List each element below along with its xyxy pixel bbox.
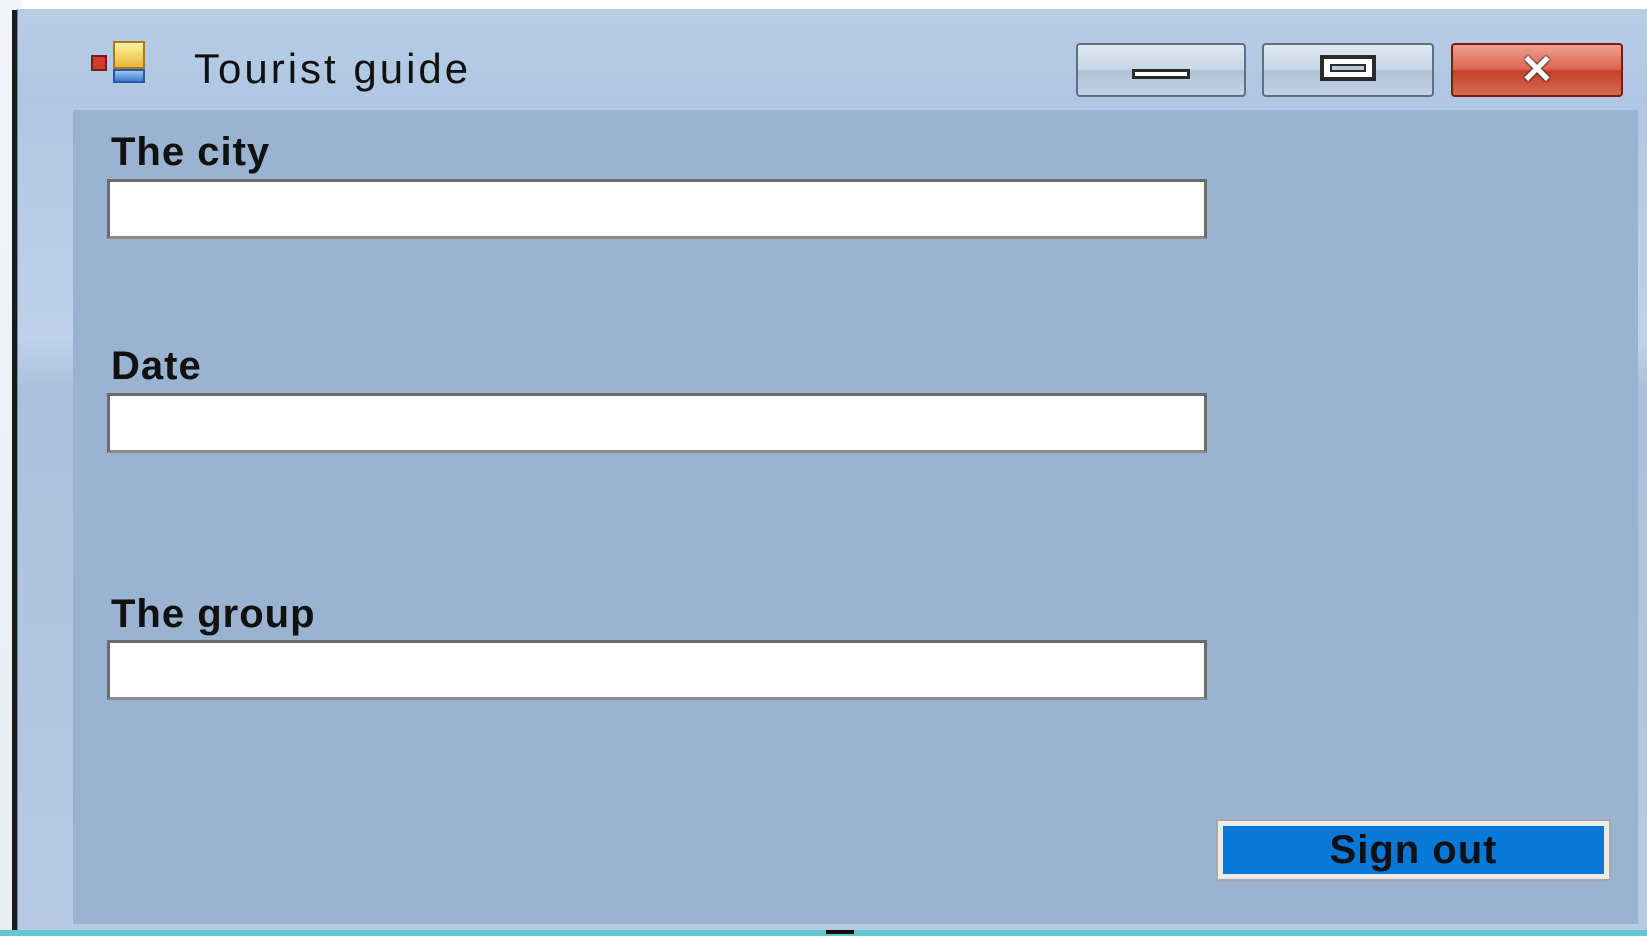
app-icon-blue-window [113,69,145,83]
sign-out-button[interactable]: Sign out [1216,819,1611,881]
app-icon-red-square [91,55,107,71]
minimize-button[interactable] [1076,43,1246,97]
window-title: Tourist guide [194,45,472,92]
maximize-icon [1320,55,1376,81]
close-icon: ✕ [1520,48,1554,92]
cursor-icon [826,930,854,934]
app-icon-yellow-window [113,41,145,69]
group-label: The group [111,592,316,636]
close-button[interactable]: ✕ [1451,43,1623,97]
form-client-area: The city Date The group Sign out [73,110,1638,924]
app-form-icon [73,41,165,91]
sign-out-button-label: Sign out [1223,826,1604,874]
taskbar-edge [0,930,1647,936]
group-input[interactable] [107,640,1207,700]
date-label: Date [111,344,202,388]
tourist-guide-window: Tourist guide ✕ The city Date The group … [17,9,1647,931]
date-input[interactable] [107,393,1207,453]
city-label: The city [111,130,271,174]
maximize-button[interactable] [1262,43,1434,97]
city-input[interactable] [107,179,1207,239]
minimize-icon [1132,69,1190,79]
